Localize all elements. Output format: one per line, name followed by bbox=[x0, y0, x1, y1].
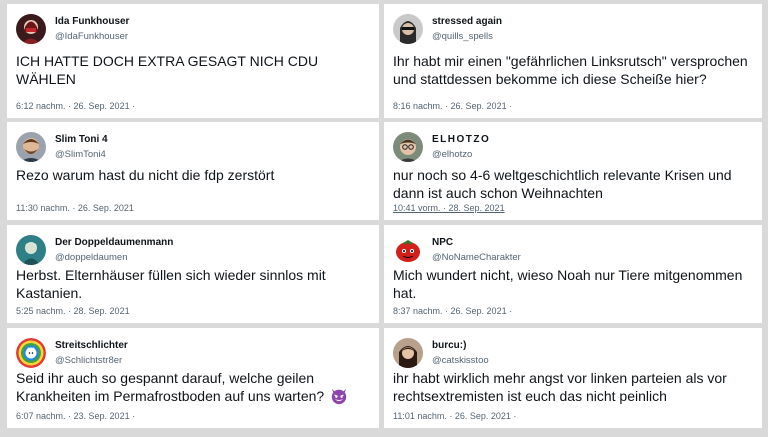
avatar[interactable] bbox=[16, 132, 46, 162]
tweet-timestamp[interactable]: 8:16 nachm. · 26. Sep. 2021 · bbox=[393, 101, 512, 111]
avatar[interactable] bbox=[16, 338, 46, 368]
display-name[interactable]: Streitschlichter bbox=[55, 340, 128, 351]
display-name[interactable]: ELHOTZO bbox=[432, 134, 490, 145]
rainbow-cat-avatar bbox=[16, 338, 46, 368]
tomato-character-avatar bbox=[393, 235, 423, 265]
display-name[interactable]: stressed again bbox=[432, 16, 502, 27]
tweet-card[interactable]: burcu:) @catskisstoo ihr habt wirklich m… bbox=[384, 328, 762, 428]
user-handle[interactable]: @SlimToni4 bbox=[55, 149, 106, 160]
avatar[interactable] bbox=[393, 14, 423, 44]
tweet-card[interactable]: stressed again @quills_spells Ihr habt m… bbox=[384, 4, 762, 118]
user-handle[interactable]: @elhotzo bbox=[432, 149, 472, 160]
tweet-card[interactable]: Streitschlichter @Schlichtstr8er Seid ih… bbox=[7, 328, 379, 428]
man-beard-avatar bbox=[16, 132, 46, 162]
tweet-card[interactable]: Der Doppeldaumenmann @doppeldaumen Herbs… bbox=[7, 225, 379, 323]
tweet-text: Ihr habt mir einen "gefährlichen Linksru… bbox=[393, 53, 748, 87]
tweet-text: ihr habt wirklich mehr angst vor linken … bbox=[393, 370, 727, 404]
tweet-timestamp[interactable]: 11:01 nachm. · 26. Sep. 2021 · bbox=[393, 411, 516, 421]
woman-sunglasses-avatar bbox=[393, 14, 423, 44]
avatar[interactable] bbox=[16, 235, 46, 265]
tweet-timestamp[interactable]: 8:37 nachm. · 26. Sep. 2021 · bbox=[393, 306, 512, 316]
tweet-timestamp[interactable]: 5:25 nachm. · 28. Sep. 2021 bbox=[16, 306, 130, 316]
teal-portrait-avatar bbox=[16, 235, 46, 265]
tweet-card[interactable]: Slim Toni 4 @SlimToni4 Rezo warum hast d… bbox=[7, 122, 379, 220]
tweet-text: Mich wundert nicht, wieso Noah nur Tiere… bbox=[393, 267, 743, 301]
tweet-text-content: Seid ihr auch so gespannt darauf, welche… bbox=[16, 370, 325, 404]
tweet-card[interactable]: NPC @NoNameCharakter Mich wundert nicht,… bbox=[384, 225, 762, 323]
display-name[interactable]: Slim Toni 4 bbox=[55, 134, 108, 145]
display-name[interactable]: Der Doppeldaumenmann bbox=[55, 237, 173, 248]
tweet-card[interactable]: Ida Funkhouser @IdaFunkhouser ICH HATTE … bbox=[7, 4, 379, 118]
avatar[interactable] bbox=[393, 235, 423, 265]
tweet-timestamp[interactable]: 6:12 nachm. · 26. Sep. 2021 · bbox=[16, 101, 135, 111]
avatar[interactable] bbox=[393, 132, 423, 162]
display-name[interactable]: NPC bbox=[432, 237, 453, 248]
tweet-timestamp[interactable]: 11:30 nachm. · 26. Sep. 2021 bbox=[16, 203, 134, 213]
tweet-text: Herbst. Elternhäuser füllen sich wieder … bbox=[16, 267, 326, 301]
woman-dark-hair-avatar bbox=[393, 338, 423, 368]
user-handle[interactable]: @Schlichtstr8er bbox=[55, 355, 122, 366]
man-glasses-avatar bbox=[393, 132, 423, 162]
avatar[interactable] bbox=[393, 338, 423, 368]
user-handle[interactable]: @catskisstoo bbox=[432, 355, 489, 366]
woman-red-mask-avatar bbox=[16, 14, 46, 44]
display-name[interactable]: burcu:) bbox=[432, 340, 466, 351]
tweet-card[interactable]: ELHOTZO @elhotzo nur noch so 4-6 weltges… bbox=[384, 122, 762, 220]
user-handle[interactable]: @quills_spells bbox=[432, 31, 493, 42]
user-handle[interactable]: @IdaFunkhouser bbox=[55, 31, 128, 42]
tweet-text: Seid ihr auch so gespannt darauf, welche… bbox=[16, 369, 367, 405]
user-handle[interactable]: @NoNameCharakter bbox=[432, 252, 521, 263]
tweet-text: Rezo warum hast du nicht die fdp zerstör… bbox=[16, 167, 275, 183]
tweet-text: nur noch so 4-6 weltgeschichtlich releva… bbox=[393, 167, 732, 201]
smiling-devil-emoji bbox=[331, 388, 347, 405]
user-handle[interactable]: @doppeldaumen bbox=[55, 252, 128, 263]
tweet-text: ICH HATTE DOCH EXTRA GESAGT NICH CDU WÄH… bbox=[16, 53, 319, 87]
tweet-grid: Ida Funkhouser @IdaFunkhouser ICH HATTE … bbox=[0, 0, 768, 437]
tweet-timestamp[interactable]: 6:07 nachm. · 23. Sep. 2021 · bbox=[16, 411, 135, 421]
display-name[interactable]: Ida Funkhouser bbox=[55, 16, 129, 27]
tweet-timestamp[interactable]: 10:41 vorm. · 28. Sep. 2021 bbox=[393, 203, 505, 213]
avatar[interactable] bbox=[16, 14, 46, 44]
